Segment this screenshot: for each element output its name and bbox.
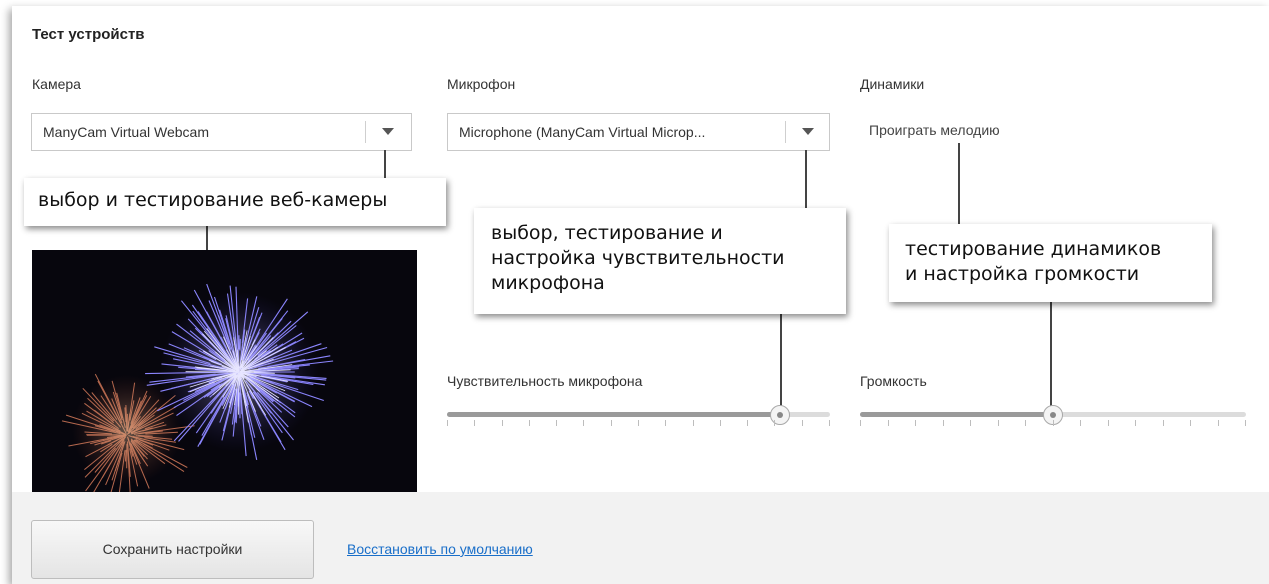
slider-tick [1108, 420, 1109, 426]
speakers-label: Динамики [860, 76, 925, 92]
callout-connector [780, 312, 782, 412]
slider-tick [1053, 420, 1054, 426]
slider-tick [1245, 420, 1246, 426]
microphone-select[interactable]: Microphone (ManyCam Virtual Microp... [447, 113, 830, 151]
slider-tick [970, 420, 971, 426]
slider-tick [1163, 420, 1164, 426]
slider-tick [915, 420, 916, 426]
camera-label: Камера [32, 76, 81, 92]
camera-select-value: ManyCam Virtual Webcam [43, 124, 209, 140]
speakers-callout: тестирование динамиков и настройка громк… [889, 224, 1212, 302]
select-separator [785, 121, 786, 143]
camera-select[interactable]: ManyCam Virtual Webcam [31, 113, 412, 151]
chevron-down-icon[interactable] [382, 128, 394, 135]
volume-label: Громкость [860, 373, 927, 389]
slider-tick [583, 420, 584, 426]
volume-ticks [860, 420, 1246, 428]
microphone-callout-line: выбор, тестирование и [491, 222, 723, 244]
callout-connector [958, 143, 960, 225]
volume-fill [860, 412, 1053, 417]
mic-sensitivity-fill [447, 412, 780, 417]
slider-tick [693, 420, 694, 426]
slider-tick [888, 420, 889, 426]
slider-tick [665, 420, 666, 426]
callout-connector [1050, 302, 1052, 412]
slider-tick [720, 420, 721, 426]
slider-tick [447, 420, 448, 426]
camera-callout-text: выбор и тестирование веб-камеры [38, 189, 388, 211]
play-melody-link[interactable]: Проиграть мелодию [869, 122, 1000, 138]
camera-callout: выбор и тестирование веб-камеры [24, 178, 446, 226]
restore-defaults-link[interactable]: Восстановить по умолчанию [347, 541, 533, 557]
microphone-callout: выбор, тестирование и настройка чувствит… [474, 208, 846, 314]
slider-tick [943, 420, 944, 426]
slider-tick [1190, 420, 1191, 426]
microphone-callout-line: микрофона [491, 272, 605, 294]
slider-tick [611, 420, 612, 426]
slider-tick [638, 420, 639, 426]
slider-tick [774, 420, 775, 426]
camera-preview [32, 250, 417, 494]
mic-sensitivity-label: Чувствительность микрофона [447, 373, 643, 389]
chevron-down-icon[interactable] [802, 128, 814, 135]
speakers-callout-line: и настройка громкости [905, 263, 1140, 285]
slider-tick [860, 420, 861, 426]
microphone-select-value: Microphone (ManyCam Virtual Microp... [459, 124, 706, 140]
mic-sensitivity-ticks [447, 420, 830, 428]
speakers-callout-line: тестирование динамиков [905, 238, 1162, 260]
slider-tick [747, 420, 748, 426]
slider-tick [529, 420, 530, 426]
slider-tick [474, 420, 475, 426]
select-separator [365, 121, 366, 143]
slider-tick [802, 420, 803, 426]
slider-tick [998, 420, 999, 426]
microphone-label: Микрофон [447, 76, 516, 92]
callout-connector [384, 150, 386, 180]
microphone-callout-line: настройка чувствительности [491, 247, 785, 269]
slider-tick [556, 420, 557, 426]
slider-tick [1135, 420, 1136, 426]
fireworks-image [61, 283, 334, 494]
save-settings-button[interactable]: Сохранить настройки [31, 520, 314, 579]
callout-connector [206, 226, 208, 252]
slider-tick [1080, 420, 1081, 426]
slider-tick [1025, 420, 1026, 426]
callout-connector [805, 150, 807, 208]
slider-tick [502, 420, 503, 426]
section-title: Тест устройств [32, 26, 145, 43]
slider-tick [829, 420, 830, 426]
slider-tick [1218, 420, 1219, 426]
